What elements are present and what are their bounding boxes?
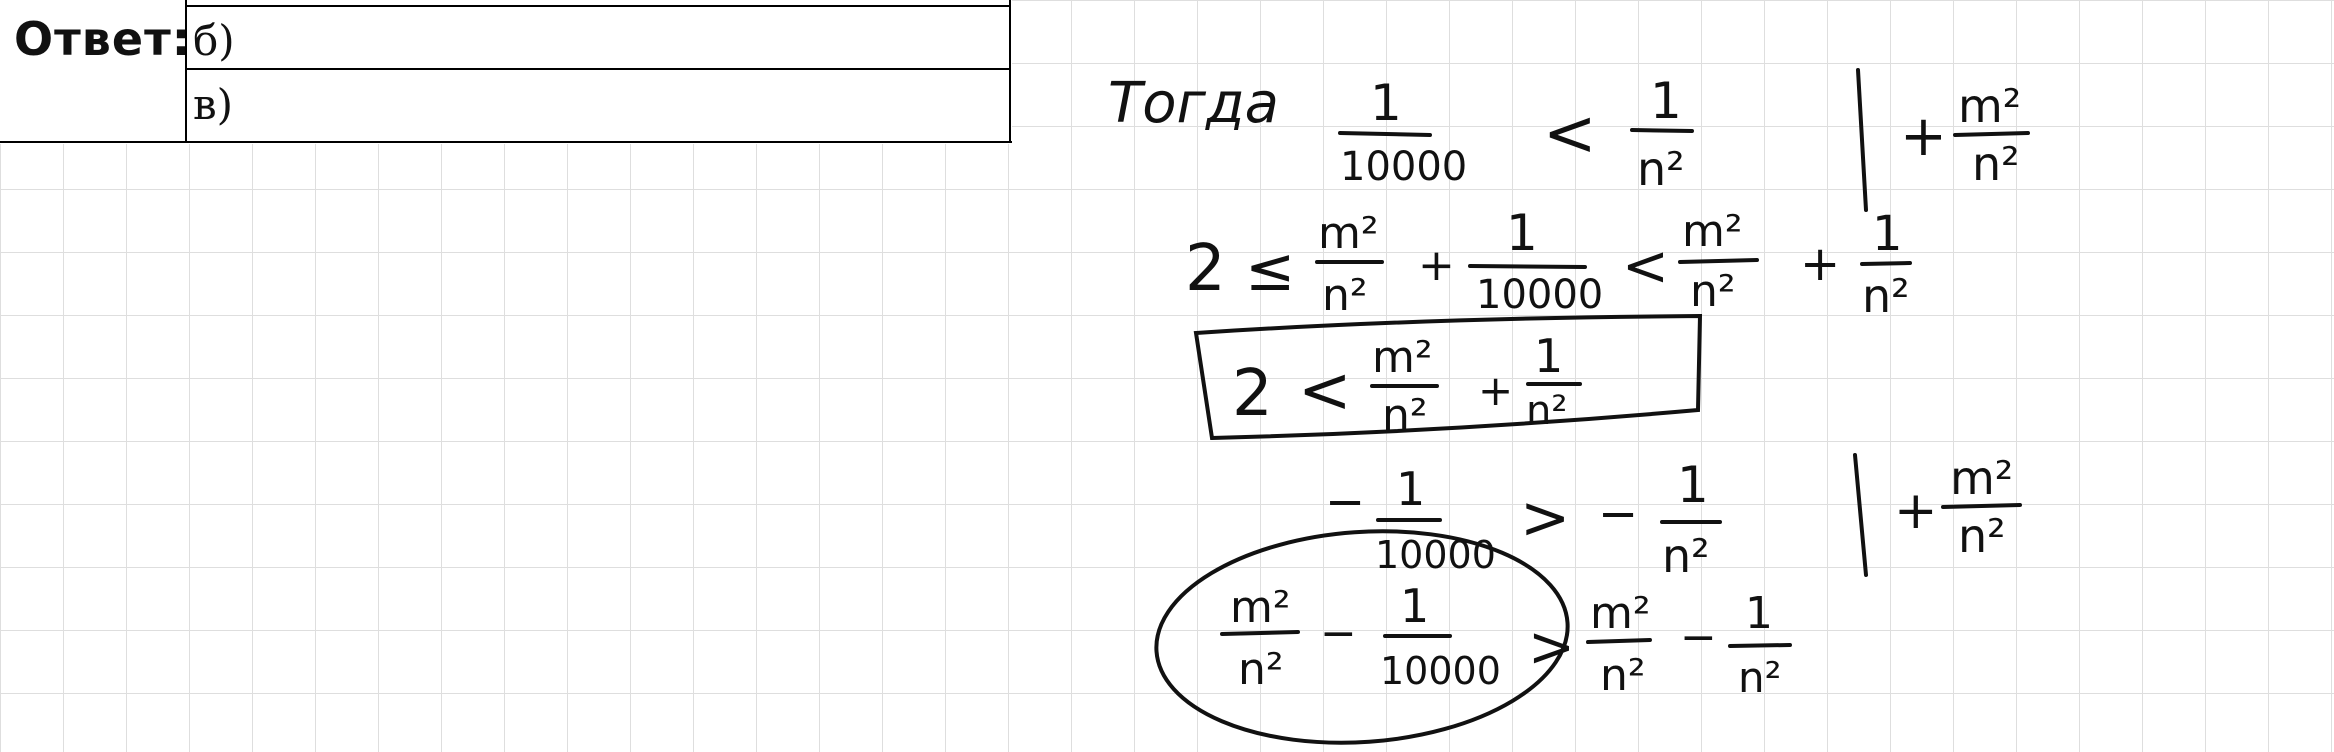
denominator-10000: 10000	[1380, 649, 1501, 693]
numerator-one: 1	[1745, 588, 1773, 639]
denominator-n2: n²	[1322, 270, 1368, 321]
minus-sign: −	[1680, 612, 1717, 663]
numerator-m2: m²	[1230, 582, 1291, 633]
numerator-m2: m²	[1950, 451, 2013, 505]
fraction-bar	[1941, 503, 2022, 509]
fraction-bar	[1953, 131, 2030, 137]
fraction-bar	[1586, 638, 1652, 644]
numerator-m2: m²	[1682, 206, 1743, 257]
fraction-bar	[1468, 264, 1587, 269]
numerator-one: 1	[1677, 456, 1709, 514]
word-togda: Тогда	[1108, 71, 1279, 136]
number-two: 2	[1185, 232, 1226, 306]
denominator-10000: 10000	[1375, 533, 1496, 577]
fraction-bar	[1728, 643, 1792, 648]
vertical-separator	[1853, 453, 1868, 577]
denominator-n2: n²	[1958, 509, 2006, 563]
plus-sign: +	[1894, 481, 1938, 541]
denominator-n2: n²	[1382, 390, 1428, 441]
numerator-m2: m²	[1318, 208, 1379, 259]
less-than-sign: <	[1622, 234, 1669, 299]
denominator-n2: n²	[1662, 529, 1710, 583]
denominator-n2: n²	[1526, 388, 1567, 434]
plus-sign: +	[1900, 104, 1947, 169]
plus-sign: +	[1800, 236, 1840, 292]
denominator-n2: n²	[1862, 269, 1910, 323]
greater-than-sign: >	[1528, 615, 1575, 680]
denominator-n2: n²	[1600, 650, 1646, 701]
numerator-one: 1	[1370, 74, 1402, 132]
denominator-n2: n²	[1238, 644, 1284, 695]
numerator-one: 1	[1506, 204, 1538, 262]
greater-than-sign: >	[1520, 483, 1570, 553]
plus-sign: +	[1418, 240, 1455, 291]
numerator-one: 1	[1872, 206, 1903, 262]
numerator-one: 1	[1396, 462, 1425, 516]
less-than-sign: <	[1543, 97, 1597, 171]
number-two: 2	[1232, 357, 1273, 431]
minus-sign: −	[1598, 486, 1638, 542]
fraction-bar	[1630, 128, 1694, 133]
denominator-n2: n²	[1972, 137, 2020, 191]
numerator-one: 1	[1400, 579, 1429, 633]
numerator-m2: m²	[1372, 332, 1433, 383]
minus-sign: −	[1325, 474, 1365, 530]
fraction-bar	[1338, 131, 1432, 137]
numerator-one: 1	[1534, 329, 1563, 383]
denominator-n2: n²	[1637, 142, 1685, 196]
handwritten-notes: Тогда 1 10000 < 1 n² + m² n² 2 ≤ m² n² +…	[1108, 68, 2030, 745]
circled-expression	[1154, 529, 1570, 745]
plus-sign: +	[1478, 366, 1513, 415]
numerator-one: 1	[1650, 72, 1682, 130]
fraction-bar	[1860, 261, 1912, 266]
denominator-n2: n²	[1690, 266, 1736, 317]
vertical-separator	[1856, 68, 1868, 212]
less-equal-sign: ≤	[1245, 235, 1295, 305]
less-than-sign: <	[1298, 354, 1352, 428]
denominator-10000: 10000	[1476, 272, 1603, 318]
numerator-m2: m²	[1590, 588, 1651, 639]
numerator-m2: m²	[1958, 79, 2021, 133]
fraction-bar	[1678, 258, 1759, 264]
denominator-10000: 10000	[1340, 144, 1467, 190]
denominator-n2: n²	[1738, 653, 1781, 702]
minus-sign: −	[1320, 608, 1357, 659]
